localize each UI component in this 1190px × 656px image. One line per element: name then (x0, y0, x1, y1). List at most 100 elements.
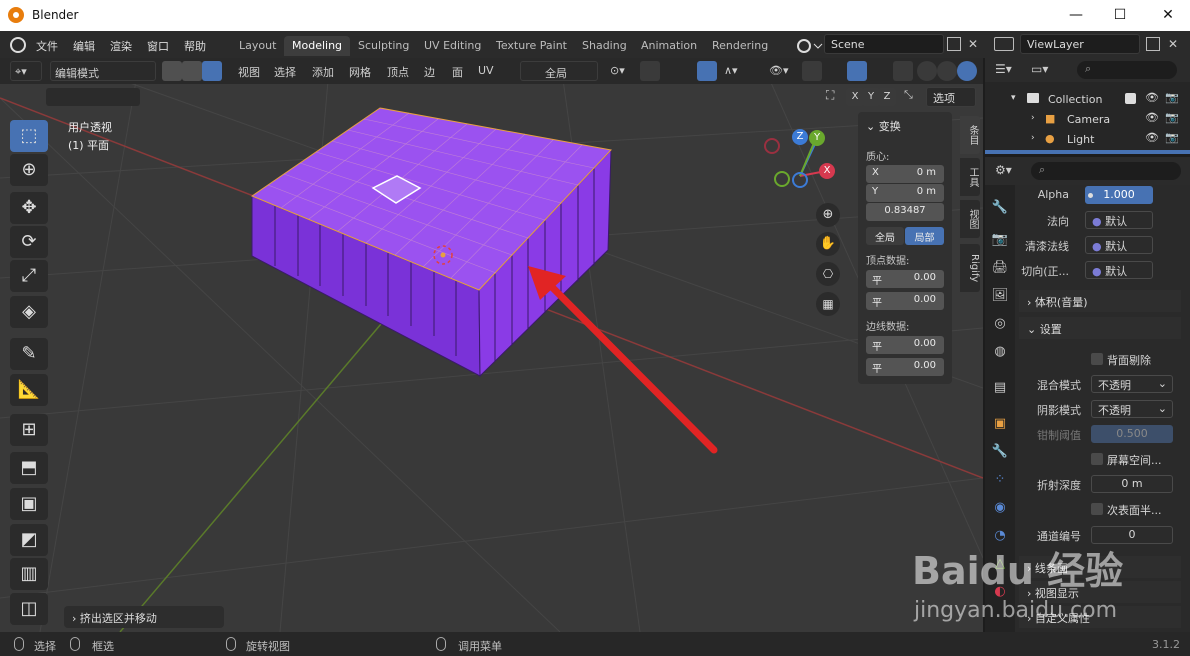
scene-name-field[interactable]: Scene (824, 34, 944, 54)
face-select-icon[interactable] (202, 61, 222, 81)
viewlayer-icon[interactable] (994, 37, 1014, 51)
eye-icon[interactable]: 👁 (1145, 91, 1159, 104)
transform-section-header[interactable]: ⌄ 变换 (866, 118, 901, 134)
rotate-tool[interactable]: ⟳ (10, 226, 48, 258)
zoom-icon[interactable]: ⊕ (816, 203, 840, 227)
tab-rendering[interactable]: Rendering (704, 36, 776, 56)
backface-culling-checkbox[interactable] (1091, 353, 1103, 365)
median-x-field[interactable]: X 0 m (866, 165, 944, 183)
clearcoat-normal-field[interactable]: ● 默认 (1085, 236, 1153, 254)
select-mode-toolbar[interactable] (46, 88, 140, 106)
refraction-depth-field[interactable]: 0 m (1091, 475, 1173, 493)
mirror-icon[interactable]: ⛶ (826, 88, 842, 104)
menu-uv[interactable]: UV (474, 61, 498, 81)
knife-tool[interactable]: ◫ (10, 593, 48, 625)
scale-tool[interactable]: ⤢ (10, 260, 48, 292)
modifier-tab-icon[interactable]: 🔧 (989, 441, 1011, 463)
measure-tool[interactable]: 📐 (10, 374, 48, 406)
material-shading-icon[interactable] (957, 61, 977, 81)
exclude-checkbox[interactable] (1125, 93, 1136, 104)
screen-space-refraction-checkbox[interactable] (1091, 453, 1103, 465)
mode-selector[interactable]: 编辑模式 (50, 61, 156, 81)
3d-viewport[interactable]: Z Y X ⊕ ✋ ⎔ ▦ ⌖▾ 编辑模式 视图 选择 添加 网格 顶点 边 面… (0, 58, 983, 632)
median-z-field[interactable]: 0.83487 (866, 203, 944, 221)
tab-layout[interactable]: Layout (231, 36, 284, 56)
falloff-icon[interactable]: ∧▾ (720, 61, 742, 81)
render-camera-icon[interactable]: 📷 (1165, 111, 1179, 124)
auto-merge-icon[interactable]: ⤡ (904, 88, 920, 104)
local-button[interactable]: 局部 (905, 227, 944, 245)
blend-mode-dropdown[interactable]: 不透明 ⌄ (1091, 375, 1173, 393)
xray-toggle-icon[interactable] (893, 61, 913, 81)
tab-modeling[interactable]: Modeling (284, 36, 351, 56)
blender-menu-icon[interactable] (10, 37, 26, 53)
normal-field[interactable]: ● 默认 (1085, 211, 1153, 229)
properties-search-input[interactable]: ⌕ (1031, 162, 1181, 180)
alpha-field[interactable]: 1.000 (1085, 186, 1153, 204)
render-camera-icon[interactable]: 📷 (1165, 91, 1179, 104)
menu-help[interactable]: 帮助 (184, 38, 206, 54)
world-tab-icon[interactable]: ◍ (989, 341, 1011, 363)
bevel-tool[interactable]: ◩ (10, 524, 48, 556)
shadow-mode-dropdown[interactable]: 不透明 ⌄ (1091, 400, 1173, 418)
menu-edit[interactable]: 编辑 (73, 38, 95, 54)
volume-section-header[interactable]: › 体积(音量) (1019, 290, 1181, 312)
menu-edge[interactable]: 边 (420, 61, 439, 81)
menu-select[interactable]: 选择 (270, 61, 300, 81)
vertex-select-icon[interactable] (162, 61, 182, 81)
pan-hand-icon[interactable]: ✋ (816, 232, 840, 256)
options-dropdown[interactable]: 选项 (926, 87, 976, 107)
pivot-point-icon[interactable]: ⊙▾ (606, 61, 629, 81)
last-operator-panel[interactable]: › 挤出选区并移动 (64, 606, 224, 628)
transform-tool[interactable]: ◈ (10, 296, 48, 328)
view-layer-tab-icon[interactable]: 🖼 (989, 285, 1011, 307)
proportional-edit-icon[interactable] (697, 61, 717, 81)
settings-section-header[interactable]: ⌄ 设置 (1019, 317, 1181, 339)
menu-vertex[interactable]: 顶点 (383, 61, 413, 81)
subsurface-translucency-checkbox[interactable] (1091, 503, 1103, 515)
remove-viewlayer-icon[interactable]: ✕ (1168, 37, 1178, 51)
clip-threshold-field[interactable]: 0.500 (1091, 425, 1173, 443)
close-button[interactable]: ✕ (1158, 5, 1178, 25)
tab-animation[interactable]: Animation (633, 36, 705, 56)
inset-tool[interactable]: ▣ (10, 488, 48, 520)
vertex-weight-field[interactable]: 平 0.00 (866, 292, 944, 310)
menu-add[interactable]: 添加 (308, 61, 338, 81)
vertex-crease-field[interactable]: 平 0.00 (866, 270, 944, 288)
overlay-toggle-icon[interactable] (847, 61, 867, 81)
viewlayer-name-field[interactable]: ViewLayer (1020, 34, 1140, 54)
scene-tab-icon[interactable]: ◎ (989, 313, 1011, 335)
solid-shading-icon[interactable] (937, 61, 957, 81)
annotate-tool[interactable]: ✎ (10, 338, 48, 370)
transform-orientation-dropdown[interactable]: 全局 (520, 61, 598, 81)
minimize-button[interactable]: — (1066, 5, 1086, 25)
remove-scene-icon[interactable]: ✕ (968, 37, 978, 51)
eye-icon[interactable]: 👁 (1145, 131, 1159, 144)
physics-tab-icon[interactable]: ◉ (989, 497, 1011, 519)
editor-type-icon[interactable]: ⌖▾ (10, 61, 42, 81)
copy-scene-icon[interactable] (947, 37, 961, 51)
edge-bevel-field[interactable]: 平 0.00 (866, 358, 944, 376)
gizmo-toggle-icon[interactable] (802, 61, 822, 81)
outliner-row-camera[interactable]: › ■ Camera 👁 📷 (985, 110, 1190, 130)
add-cube-tool[interactable]: ⊞ (10, 414, 48, 446)
menu-face[interactable]: 面 (448, 61, 467, 81)
outliner-search-input[interactable]: ⌕ (1077, 61, 1177, 79)
maximize-button[interactable]: ☐ (1110, 5, 1130, 25)
menu-render[interactable]: 渲染 (110, 38, 132, 54)
menu-mesh[interactable]: 网格 (345, 61, 375, 81)
snap-icon[interactable] (640, 61, 660, 81)
global-button[interactable]: 全局 (866, 227, 904, 245)
camera-view-icon[interactable]: ⎔ (816, 262, 840, 286)
menu-view[interactable]: 视图 (234, 61, 264, 81)
edge-select-icon[interactable] (182, 61, 202, 81)
properties-editor-icon[interactable]: ⚙▾ (995, 163, 1012, 177)
outliner-row-light[interactable]: › ● Light 👁 📷 (985, 130, 1190, 150)
outliner-editor-icon[interactable]: ☰▾ (995, 62, 1012, 76)
render-camera-icon[interactable]: 📷 (1165, 131, 1179, 144)
loop-cut-tool[interactable]: ▥ (10, 558, 48, 590)
wireframe-shading-icon[interactable] (917, 61, 937, 81)
gizmo-y-axis[interactable]: Y (809, 130, 825, 146)
move-tool[interactable]: ✥ (10, 192, 48, 224)
mirror-z-toggle[interactable]: Z (878, 88, 896, 106)
